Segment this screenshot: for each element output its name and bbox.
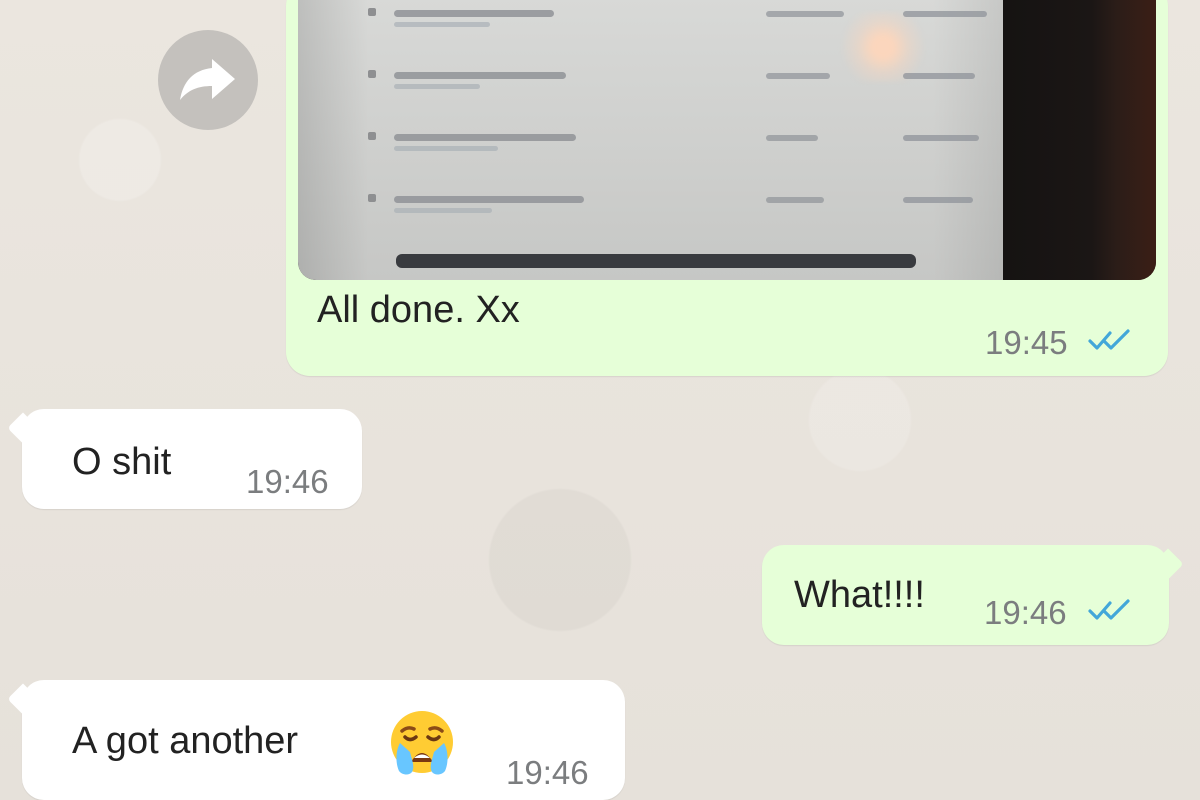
crying-face-emoji [386, 706, 458, 778]
message-time: 19:46 [506, 754, 589, 791]
row-marker [368, 70, 376, 78]
row-marker [368, 8, 376, 16]
media-message-bubble[interactable]: All done. Xx 19:45 [286, 0, 1168, 376]
message-time: 19:46 [984, 594, 1067, 631]
document-row [368, 62, 975, 96]
photo-background-edge [1003, 0, 1156, 280]
media-attachment[interactable] [298, 0, 1156, 280]
incoming-message-bubble[interactable]: O shit 19:46 [7, 409, 362, 509]
document-row [368, 124, 979, 158]
row-sub-line [394, 22, 490, 27]
document-footer-bar [396, 254, 916, 268]
media-caption: All done. Xx [317, 289, 520, 331]
double-check-read-icon [1088, 599, 1130, 620]
row-value-b [903, 73, 975, 79]
forward-button[interactable] [158, 30, 258, 130]
message-text: O shit [72, 441, 172, 483]
row-value-a [766, 11, 844, 17]
row-value-a [766, 135, 818, 141]
forward-arrow-icon [180, 59, 235, 100]
message-time: 19:45 [985, 324, 1068, 361]
outgoing-message-bubble[interactable]: What!!!! 19:46 [762, 545, 1184, 645]
row-value-a [766, 197, 824, 203]
message-time: 19:46 [246, 463, 329, 500]
row-value-b [903, 197, 973, 203]
row-marker [368, 194, 376, 202]
row-main-line [394, 72, 566, 79]
row-main-line [394, 10, 554, 17]
row-value-a [766, 73, 830, 79]
row-sub-line [394, 208, 492, 213]
row-value-b [903, 135, 979, 141]
row-sub-line [394, 84, 480, 89]
row-value-b [903, 11, 987, 17]
double-check-read-icon [1088, 329, 1130, 350]
row-main-line [394, 196, 584, 203]
row-main-line [394, 134, 576, 141]
message-text: A got another [72, 720, 299, 762]
document-row [368, 0, 987, 34]
document-row [368, 186, 973, 220]
incoming-message-bubble[interactable]: A got another 19:46 [7, 680, 625, 800]
row-sub-line [394, 146, 498, 151]
message-text: What!!!! [794, 574, 925, 616]
row-marker [368, 132, 376, 140]
